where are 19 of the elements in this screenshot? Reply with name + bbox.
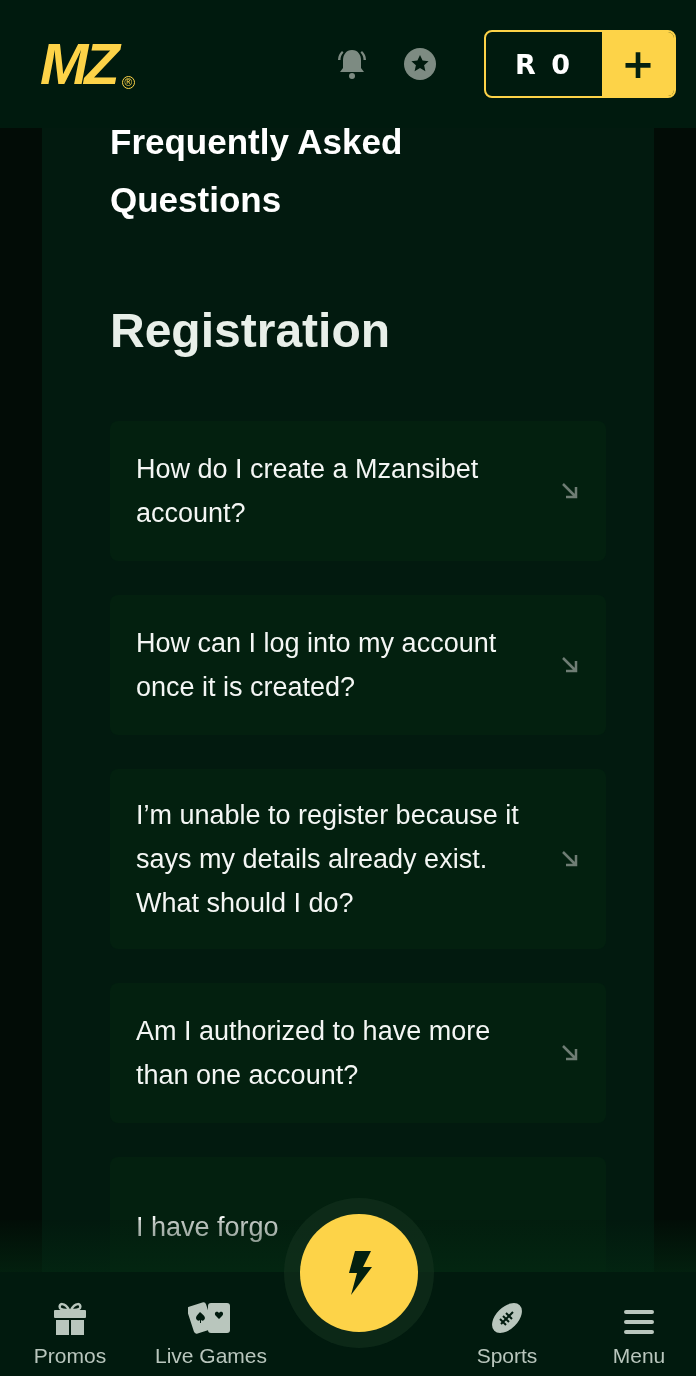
nav-item[interactable]: Live Games xyxy=(140,1272,282,1376)
faq-item[interactable]: Am I authorized to have more than one account? xyxy=(110,983,606,1123)
page-title: Frequently Asked Questions xyxy=(110,128,404,221)
faq-item[interactable]: How do I create a Mzansibet account? xyxy=(110,421,606,561)
section-heading: Registration xyxy=(110,307,392,355)
deposit-button[interactable]: + xyxy=(602,32,674,96)
nav-item[interactable]: Sports xyxy=(432,1272,582,1376)
menu-icon xyxy=(623,1308,655,1336)
arrow-down-right-icon xyxy=(560,655,580,675)
arrow-down-right-icon xyxy=(560,849,580,869)
faq-item[interactable]: How can I log into my account once it is created? xyxy=(110,595,606,735)
arrow-down-right-icon xyxy=(560,481,580,501)
nav-item[interactable]: Promos xyxy=(0,1272,140,1376)
arrow-down-right-icon xyxy=(560,1043,580,1063)
gift-icon xyxy=(53,1300,87,1336)
balance: R 0 xyxy=(514,47,574,82)
faq-item[interactable]: I’m unable to register because it says my details already exist. What should I do? xyxy=(110,769,606,949)
football-icon xyxy=(489,1300,525,1336)
nav-item[interactable]: Menu xyxy=(582,1272,696,1376)
